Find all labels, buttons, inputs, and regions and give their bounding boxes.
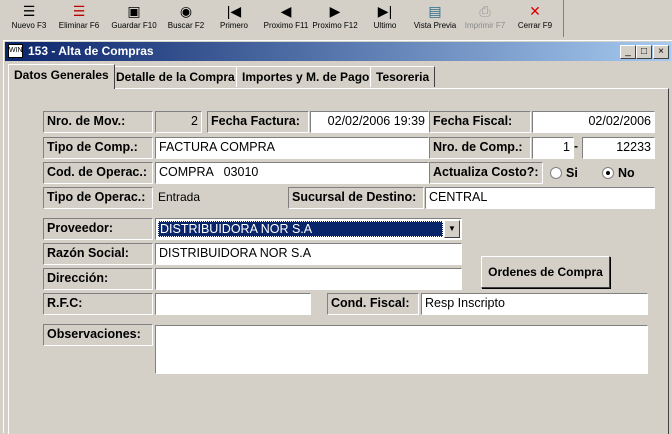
preview-icon: ▤ [428, 3, 442, 19]
delete-button[interactable]: ☰ Eliminar F6 [52, 2, 106, 36]
save-button-label: Guardar F10 [111, 21, 157, 30]
print-icon: ⎙ [479, 3, 491, 19]
razon-social-field[interactable]: DISTRIBUIDORA NOR S.A [155, 243, 462, 265]
proveedor-label: Proveedor: [43, 218, 153, 240]
last-button[interactable]: ▶| Ultimo [358, 2, 412, 36]
first-button[interactable]: |◀ Primero [207, 2, 261, 36]
tipo-comp-field[interactable]: FACTURA COMPRA [155, 137, 429, 159]
window-title: 153 - Alta de Compras [28, 44, 154, 58]
nro-comp-prefix-field[interactable]: 1 [532, 137, 574, 159]
observaciones-label: Observaciones: [43, 324, 153, 346]
next-icon: ▶ [329, 3, 341, 19]
rfc-field[interactable] [155, 293, 311, 315]
close-button-label: Cerrar F9 [517, 21, 553, 30]
last-button-label: Ultimo [373, 21, 397, 30]
close-button[interactable]: ✕ Cerrar F9 [508, 2, 562, 36]
previous-button-label: Proximo F11 [263, 21, 309, 30]
cond-fiscal-label: Cond. Fiscal: [327, 293, 419, 315]
tab-tesoreria[interactable]: Tesoreria [370, 66, 436, 87]
tipo-operac-value: Entrada [158, 190, 201, 204]
ordenes-compra-button[interactable]: Ordenes de Compra [481, 256, 610, 288]
cond-fiscal-field[interactable]: Resp Inscripto [421, 293, 648, 315]
actualiza-costo-no-label: No [618, 166, 635, 180]
window-titlebar[interactable]: WIN 153 - Alta de Compras _ □ × [5, 42, 671, 61]
nro-mov-field: 2 [155, 111, 202, 133]
fecha-fiscal-label: Fecha Fiscal: [429, 111, 531, 133]
sucursal-destino-field[interactable]: CENTRAL [425, 187, 655, 209]
search-button[interactable]: ◉ Buscar F2 [159, 2, 213, 36]
actualiza-costo-si-radio[interactable] [550, 167, 562, 179]
app-icon: WIN [8, 44, 23, 58]
save-button[interactable]: ▣ Guardar F10 [107, 2, 161, 36]
delete-icon: ☰ [72, 3, 86, 19]
tab-importes-pago[interactable]: Importes y M. de Pago [236, 66, 376, 87]
previous-button[interactable]: ◀ Proximo F11 [259, 2, 313, 36]
next-button-label: Proximo F12 [312, 21, 358, 30]
print-button-label: Imprimir F7 [464, 21, 506, 30]
preview-button-label: Vista Previa [413, 21, 457, 30]
nro-mov-label: Nro. de Mov.: [43, 111, 153, 133]
main-toolbar: ☰ Nuevo F3 ☰ Eliminar F6 ▣ Guardar F10 ◉… [0, 0, 564, 37]
chevron-down-icon[interactable]: ▼ [444, 220, 460, 238]
new-button-label: Nuevo F3 [11, 21, 47, 30]
first-button-label: Primero [219, 21, 248, 30]
tipo-operac-label: Tipo de Operac.: [43, 187, 153, 209]
print-button[interactable]: ⎙ Imprimir F7 [458, 2, 512, 36]
actualiza-costo-no-radio[interactable] [602, 167, 614, 179]
close-icon: ✕ [529, 3, 541, 19]
previous-icon: ◀ [280, 3, 292, 19]
next-button[interactable]: ▶ Proximo F12 [308, 2, 362, 36]
maximize-button[interactable]: □ [636, 45, 652, 59]
tab-datos-generales[interactable]: Datos Generales [8, 64, 115, 89]
minimize-button[interactable]: _ [620, 45, 636, 59]
nro-comp-label: Nro. de Comp.: [429, 137, 531, 159]
fecha-fiscal-field[interactable]: 02/02/2006 [532, 111, 655, 133]
alta-compras-window: WIN 153 - Alta de Compras _ □ × Datos Ge… [3, 40, 672, 434]
fecha-factura-label: Fecha Factura: [207, 111, 309, 133]
preview-button[interactable]: ▤ Vista Previa [408, 2, 462, 36]
new-icon: ☰ [22, 3, 36, 19]
first-icon: |◀ [226, 3, 242, 19]
proveedor-selected-value: DISTRIBUIDORA NOR S.A [158, 221, 443, 237]
search-button-label: Buscar F2 [167, 21, 205, 30]
tipo-comp-label: Tipo de Comp.: [43, 137, 153, 159]
cod-operac-field[interactable]: COMPRA 03010 [155, 162, 429, 184]
rfc-label: R.F.C: [43, 293, 153, 315]
direccion-label: Dirección: [43, 268, 153, 290]
actualiza-costo-label: Actualiza Costo?: [429, 162, 543, 184]
nro-comp-separator: - [574, 139, 578, 153]
toolbar-spacer [565, 0, 672, 37]
actualiza-costo-si-label: Si [566, 166, 578, 180]
nro-comp-number-field[interactable]: 12233 [582, 137, 655, 159]
razon-social-label: Razón Social: [43, 243, 153, 265]
window-close-button[interactable]: × [653, 45, 669, 59]
observaciones-textarea[interactable] [155, 325, 648, 374]
new-button[interactable]: ☰ Nuevo F3 [2, 2, 56, 36]
last-icon: ▶| [377, 3, 393, 19]
save-icon: ▣ [127, 3, 141, 19]
sucursal-destino-label: Sucursal de Destino: [288, 187, 424, 209]
tab-detalle-compra[interactable]: Detalle de la Compra [110, 66, 241, 87]
binoculars-icon: ◉ [179, 3, 193, 19]
delete-button-label: Eliminar F6 [58, 21, 100, 30]
proveedor-select[interactable]: DISTRIBUIDORA NOR S.A ▼ [155, 218, 462, 240]
direccion-field[interactable] [155, 268, 462, 290]
fecha-factura-field[interactable]: 02/02/2006 19:39 [310, 111, 429, 133]
cod-operac-label: Cod. de Operac.: [43, 162, 153, 184]
